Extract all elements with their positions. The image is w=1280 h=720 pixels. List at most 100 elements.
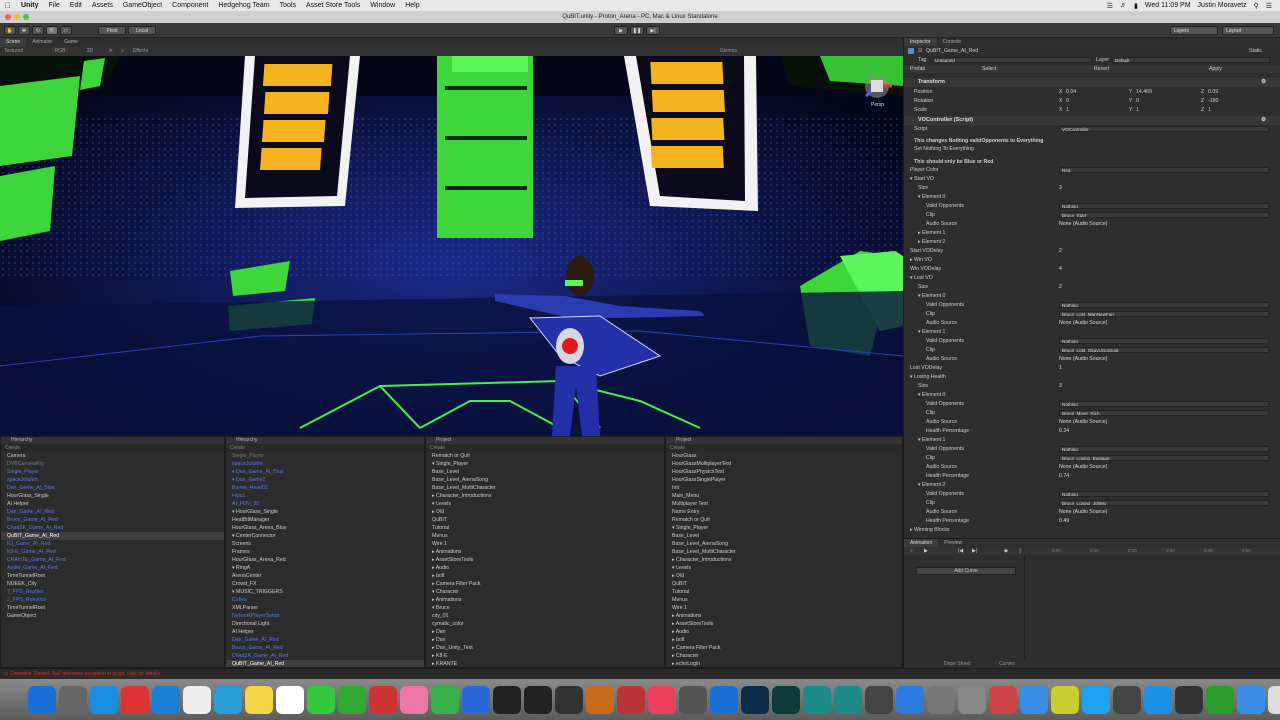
vo-field-value[interactable]: None (Audio Source) bbox=[1059, 418, 1107, 426]
vo-field-value[interactable]: Nothing bbox=[1059, 203, 1269, 209]
anim-play-icon[interactable]: ▶ bbox=[924, 548, 928, 554]
next-key-icon[interactable]: ▶| bbox=[972, 548, 977, 554]
prev-key-icon[interactable]: |◀ bbox=[958, 548, 963, 554]
move-tool-icon[interactable]: ✥ bbox=[18, 26, 30, 35]
active-checkbox[interactable]: ☑ bbox=[918, 47, 923, 55]
vo-field-value[interactable]: Bruce_Losing_JohMo bbox=[1059, 500, 1269, 506]
list-item[interactable]: Base_Level_MultiCharacter bbox=[666, 548, 902, 556]
list-item[interactable]: ▸ KRANTE bbox=[426, 660, 664, 667]
list-item[interactable]: Tutorial bbox=[426, 524, 664, 532]
list-item[interactable]: DVBCameraRig bbox=[1, 460, 224, 468]
list-item[interactable]: ▾ Dan_Game2 bbox=[226, 476, 424, 484]
vo-field-label[interactable]: ▾ Element 1 bbox=[918, 328, 945, 336]
preferences-icon[interactable] bbox=[958, 685, 986, 714]
list-item[interactable]: HourGlass bbox=[666, 452, 902, 460]
layer-dropdown[interactable]: Default bbox=[1112, 57, 1270, 63]
effects-dropdown[interactable]: Effects bbox=[133, 48, 148, 54]
console-status-bar[interactable]: ⚠ Coroutine Started: Null reference exce… bbox=[0, 668, 1280, 678]
transform-header[interactable]: Transform ⚙ bbox=[904, 78, 1280, 87]
list-item[interactable]: ▾ CenterConnector bbox=[226, 532, 424, 540]
list-item[interactable]: QuBIT bbox=[666, 580, 902, 588]
list-item[interactable]: GameObject bbox=[1, 612, 224, 620]
list-item[interactable]: Directional Light bbox=[226, 620, 424, 628]
list-item[interactable]: CRANTE_Game_AI_Red bbox=[1, 556, 224, 564]
vo-field-label[interactable]: ▾ Element 0 bbox=[918, 391, 945, 399]
menubar-user[interactable]: Justin Moravetz bbox=[1198, 2, 1247, 9]
preview-icon[interactable] bbox=[214, 685, 242, 714]
project-right-create[interactable]: Create bbox=[666, 444, 902, 452]
mail-icon[interactable] bbox=[152, 685, 180, 714]
tag-dropdown[interactable]: Untagged bbox=[932, 57, 1092, 63]
vo-field-value[interactable]: Bruce_Move_Rich bbox=[1059, 410, 1269, 416]
tab-animator[interactable]: Animator bbox=[26, 38, 58, 47]
vocontroller-settings-icon[interactable]: ⚙ bbox=[1261, 116, 1266, 125]
vo-field-value[interactable]: None (Audio Source) bbox=[1059, 220, 1107, 228]
messages-icon[interactable] bbox=[307, 685, 335, 714]
list-item[interactable]: spaceJoluhm bbox=[226, 460, 424, 468]
menu-tools[interactable]: Tools bbox=[275, 2, 301, 9]
layers-dropdown[interactable]: Layers bbox=[1170, 26, 1218, 35]
menu-gameobject[interactable]: GameObject bbox=[118, 2, 167, 9]
menu-asset-store-tools[interactable]: Asset Store Tools bbox=[301, 2, 365, 9]
add-event-icon[interactable]: ❘ bbox=[1018, 548, 1022, 554]
vo-field-label[interactable]: ▾ Losing Health bbox=[910, 373, 946, 381]
list-item[interactable]: ▾ Character bbox=[426, 588, 664, 596]
audio-toggle-icon[interactable]: ♬ bbox=[120, 48, 125, 54]
list-item[interactable]: NetworkPlayerSetup bbox=[226, 612, 424, 620]
search-icon[interactable]: ⚲ bbox=[1254, 2, 1259, 10]
vo-field-label[interactable]: ▾ Element 0 bbox=[918, 193, 945, 201]
prefab-apply-button[interactable]: Apply bbox=[1209, 65, 1222, 73]
list-item[interactable]: QuBIT bbox=[426, 516, 664, 524]
local-toggle[interactable]: Local bbox=[128, 26, 156, 35]
list-item[interactable]: ▸ bolt bbox=[666, 636, 902, 644]
list-item[interactable]: ▾ Bruce bbox=[426, 604, 664, 612]
list-item[interactable]: city_01 bbox=[426, 612, 664, 620]
list-item[interactable]: ChadZK_Game_AI_Red bbox=[226, 652, 424, 660]
render-mode-dropdown[interactable]: RGB bbox=[55, 48, 66, 54]
list-item[interactable]: HourGlass_Single bbox=[1, 492, 224, 500]
vo-field-value[interactable]: 0.74 bbox=[1059, 472, 1069, 480]
list-item[interactable]: Crowd_FX bbox=[226, 580, 424, 588]
list-item[interactable]: HourGlass_Arena_Red bbox=[226, 556, 424, 564]
folder-icon[interactable] bbox=[1237, 685, 1265, 714]
battery-icon[interactable]: ▮ bbox=[1134, 2, 1138, 10]
list-item[interactable]: Dan_Game_AI_Red bbox=[1, 508, 224, 516]
list-item[interactable]: AI Helper bbox=[1, 500, 224, 508]
list-item[interactable]: ▸ Camera Filter Pack bbox=[666, 644, 902, 652]
list-item[interactable]: Single_Player bbox=[226, 452, 424, 460]
step-button[interactable]: ▶| bbox=[646, 26, 660, 35]
y-field[interactable]: 14.469 bbox=[1136, 88, 1152, 96]
vo-field-value[interactable]: Bruce_Losing_Bustage bbox=[1059, 455, 1269, 461]
list-item[interactable]: Base_Level bbox=[666, 532, 902, 540]
list-item[interactable]: ▸ AssetStoreTools bbox=[426, 556, 664, 564]
vo-field-label[interactable]: ▸ Winning Blocks bbox=[910, 526, 950, 534]
list-item[interactable]: Camera bbox=[1, 452, 224, 460]
vo-field-value[interactable]: None (Audio Source) bbox=[1059, 355, 1107, 363]
list-item[interactable]: HourGlassMultiplayerTest bbox=[666, 460, 902, 468]
menu-help[interactable]: Help bbox=[400, 2, 424, 9]
y-field[interactable]: 0 bbox=[1136, 97, 1139, 105]
menu-hedgehog-team[interactable]: Hedgehog Team bbox=[213, 2, 274, 9]
object-name-field[interactable]: QuBIT_Game_AI_Red bbox=[926, 47, 978, 55]
facetime-icon[interactable] bbox=[338, 685, 366, 714]
tab-animation[interactable]: Animation bbox=[904, 539, 939, 547]
close-window-icon[interactable] bbox=[5, 14, 11, 20]
hierarchy-right-tab[interactable]: Hierarchy bbox=[226, 437, 424, 444]
chrome-icon[interactable] bbox=[989, 685, 1017, 714]
vo-field-value[interactable]: 2 bbox=[1059, 247, 1062, 255]
list-item[interactable]: AI Helper bbox=[226, 628, 424, 636]
vo-field-value[interactable]: Nothing bbox=[1059, 338, 1269, 344]
maya-icon[interactable] bbox=[834, 685, 862, 714]
screen-icon[interactable] bbox=[1175, 685, 1203, 714]
play-button[interactable]: ▶ bbox=[614, 26, 628, 35]
rect-tool-icon[interactable]: □ bbox=[60, 26, 72, 35]
list-item[interactable]: ▾ Levels bbox=[426, 500, 664, 508]
ink-icon[interactable] bbox=[865, 685, 893, 714]
volume-icon[interactable]: ♬ bbox=[1120, 2, 1127, 9]
wifi-icon[interactable]: ☰ bbox=[1107, 2, 1113, 10]
safari-icon[interactable] bbox=[90, 685, 118, 714]
list-item[interactable]: ▸ Animations bbox=[426, 548, 664, 556]
gizmos-dropdown[interactable]: Gizmos bbox=[720, 47, 737, 56]
list-item[interactable]: Hips1 bbox=[226, 492, 424, 500]
numbers-icon[interactable] bbox=[431, 685, 459, 714]
